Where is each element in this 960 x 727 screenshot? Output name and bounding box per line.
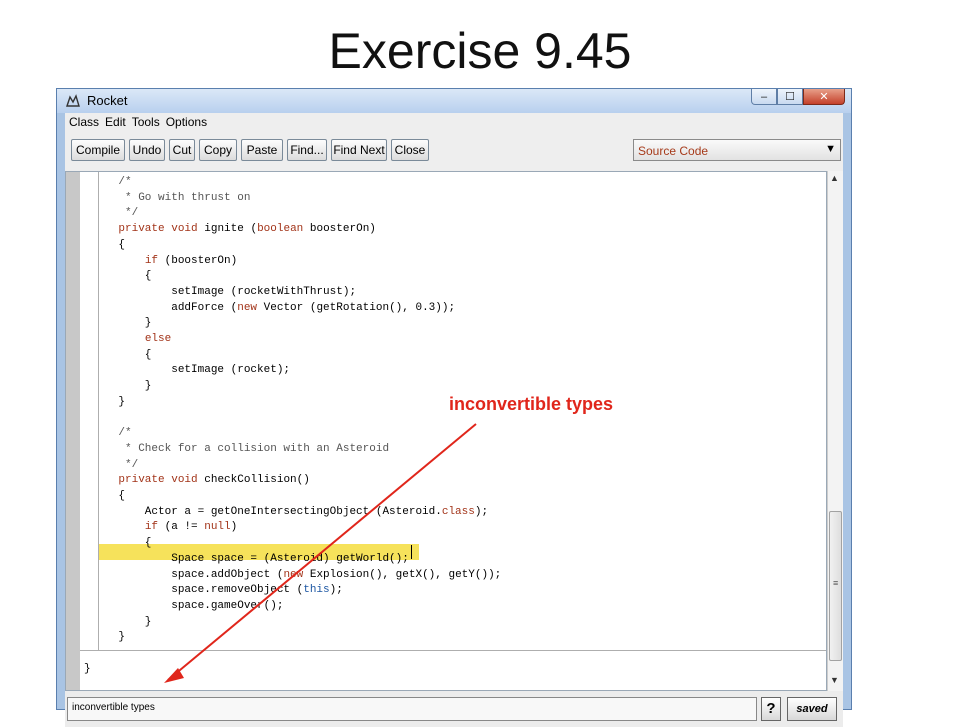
menu-edit[interactable]: Edit <box>105 115 126 129</box>
code-line: { <box>92 270 152 283</box>
cut-button[interactable]: Cut <box>169 139 195 161</box>
minimize-icon[interactable]: – <box>751 89 777 105</box>
code-line: /* <box>92 427 132 440</box>
code-line: private void checkCollision() <box>118 474 310 487</box>
menu-options[interactable]: Options <box>166 115 207 129</box>
compile-button[interactable]: Compile <box>71 139 125 161</box>
code-line: { <box>92 348 152 361</box>
vertical-scrollbar[interactable]: ▲ ≡ ▼ <box>827 171 843 691</box>
close-button[interactable]: Close <box>391 139 429 161</box>
text-cursor <box>411 545 412 559</box>
code-line: { <box>92 537 152 550</box>
status-message: inconvertible types <box>72 702 155 713</box>
grip-icon: ≡ <box>833 578 839 588</box>
find-next-button[interactable]: Find Next <box>331 139 387 161</box>
find-button[interactable]: Find... <box>287 139 327 161</box>
code-line: if (boosterOn) <box>144 254 238 267</box>
code-line: setImage (rocket); <box>92 364 291 377</box>
code-line: setImage (rocketWithThrust); <box>92 285 357 298</box>
menu-tools[interactable]: Tools <box>132 115 160 129</box>
view-select-value: Source Code <box>638 144 709 158</box>
status-field: inconvertible types <box>67 697 757 721</box>
code-line: Actor a = getOneIntersectingObject (Aste… <box>92 505 489 518</box>
title-bar[interactable]: Rocket – ☐ ✕ <box>57 89 851 113</box>
code-line: } <box>92 615 152 628</box>
code-line: space.addObject (new Explosion(), getX()… <box>92 568 502 581</box>
window-controls: – ☐ ✕ <box>751 89 845 107</box>
close-icon[interactable]: ✕ <box>803 89 845 105</box>
code-line: addForce (new Vector (getRotation(), 0.3… <box>92 301 456 314</box>
chevron-down-icon: ▼ <box>825 143 836 155</box>
error-annotation: inconvertible types <box>449 394 614 414</box>
window-title: Rocket <box>87 93 128 108</box>
code-line: if (a != null) <box>144 521 238 534</box>
code-line: } <box>92 380 152 393</box>
help-button[interactable]: ? <box>761 697 781 721</box>
editor-gutter <box>66 172 80 690</box>
paste-button[interactable]: Paste <box>241 139 283 161</box>
toolbar: Compile Undo Cut Copy Paste Find... Find… <box>65 131 843 171</box>
saved-indicator[interactable]: saved <box>787 697 837 721</box>
code-line: } <box>92 631 126 644</box>
copy-button[interactable]: Copy <box>199 139 237 161</box>
code-line: } <box>84 662 91 675</box>
editor-end-line <box>80 650 826 651</box>
code-line: { <box>92 238 126 251</box>
scroll-thumb[interactable]: ≡ <box>829 511 842 661</box>
code-line: /* <box>92 176 132 188</box>
undo-button[interactable]: Undo <box>129 139 165 161</box>
menu-bar: Class Edit Tools Options <box>65 113 843 131</box>
maximize-icon[interactable]: ☐ <box>777 89 803 105</box>
code-line: else <box>144 333 172 345</box>
code-line: * Go with thrust on <box>92 191 251 204</box>
code-line: */ <box>92 207 139 220</box>
code-editor[interactable]: /* * Go with thrust on */ private void i… <box>65 171 827 691</box>
code-line: space.removeObject (this); <box>92 584 343 597</box>
code-line: Space space = (Asteroid) getWorld(); <box>92 552 409 565</box>
slide-title: Exercise 9.45 <box>328 23 632 79</box>
code-line: } <box>92 395 126 408</box>
code-line: { <box>92 490 126 502</box>
code-line: */ <box>92 458 139 471</box>
code-line: private void ignite (boolean boosterOn) <box>118 223 376 236</box>
status-bar: inconvertible types ? saved <box>65 691 843 727</box>
scroll-up-icon[interactable]: ▲ <box>830 173 839 183</box>
code-line: } <box>92 317 152 330</box>
scroll-down-icon[interactable]: ▼ <box>830 675 839 685</box>
menu-class[interactable]: Class <box>69 115 99 129</box>
code-line: * Check for a collision with an Asteroid <box>92 442 390 455</box>
code-line: space.gameOver(); <box>92 599 284 612</box>
greenfoot-app-icon <box>66 94 80 107</box>
view-select[interactable]: Source Code ▼ <box>633 139 841 161</box>
